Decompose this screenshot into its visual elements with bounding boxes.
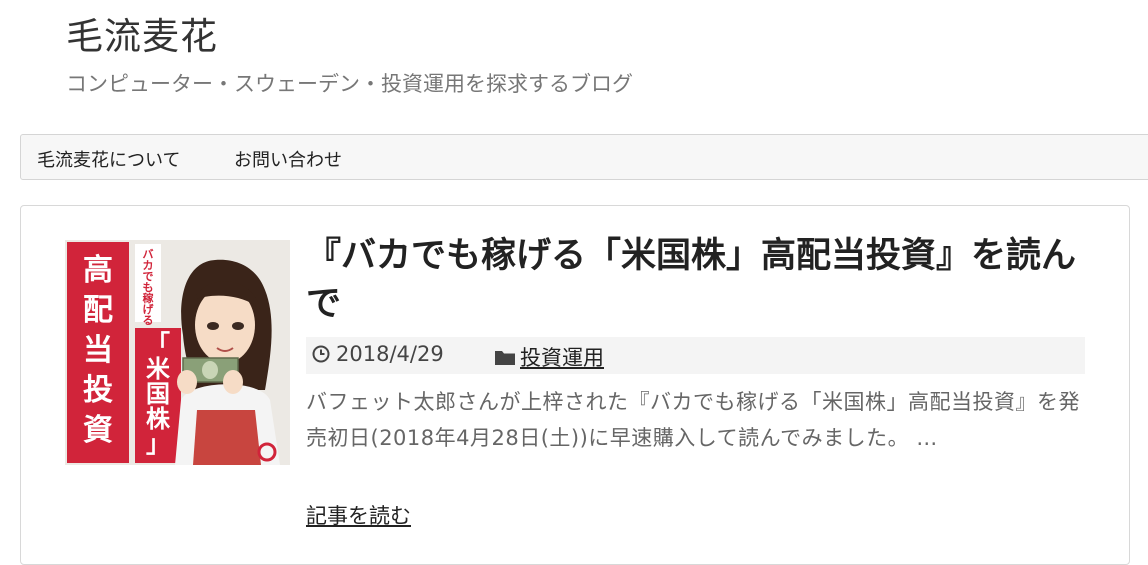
post-date: 2018/4/29: [312, 342, 444, 366]
clock-icon: [312, 345, 330, 363]
post-thumbnail[interactable]: 高配当投資 バカでも稼げる 「米国株」: [65, 240, 290, 465]
post-meta: 2018/4/29 投資運用: [306, 337, 1085, 374]
post-excerpt: バフェット太郎さんが上梓された『バカでも稼げる「米国株」高配当投資』を発売初日(…: [306, 390, 1080, 450]
site-title[interactable]: 毛流麦花: [66, 6, 218, 60]
folder-icon: [495, 351, 515, 365]
read-more-link[interactable]: 記事を読む: [306, 500, 411, 530]
nav-item-about[interactable]: 毛流麦花について: [37, 146, 180, 172]
post-date-text: 2018/4/29: [336, 342, 444, 366]
cover-title-right: 「米国株」: [146, 330, 171, 458]
book-cover-image: 高配当投資 バカでも稼げる 「米国株」: [65, 240, 290, 465]
main-navigation: 毛流麦花について お問い合わせ: [20, 134, 1148, 180]
cover-small-text: バカでも稼げる: [143, 248, 155, 327]
cover-title-left: 高配当投資: [83, 253, 113, 448]
post-category: 投資運用: [494, 342, 604, 372]
nav-item-contact[interactable]: お問い合わせ: [234, 146, 342, 172]
post-title[interactable]: 『バカでも稼げる「米国株」高配当投資』を読んで: [306, 232, 1096, 328]
category-link[interactable]: 投資運用: [520, 342, 604, 372]
site-description: コンピューター・スウェーデン・投資運用を探求するブログ: [66, 72, 633, 96]
illustration: [175, 259, 280, 465]
